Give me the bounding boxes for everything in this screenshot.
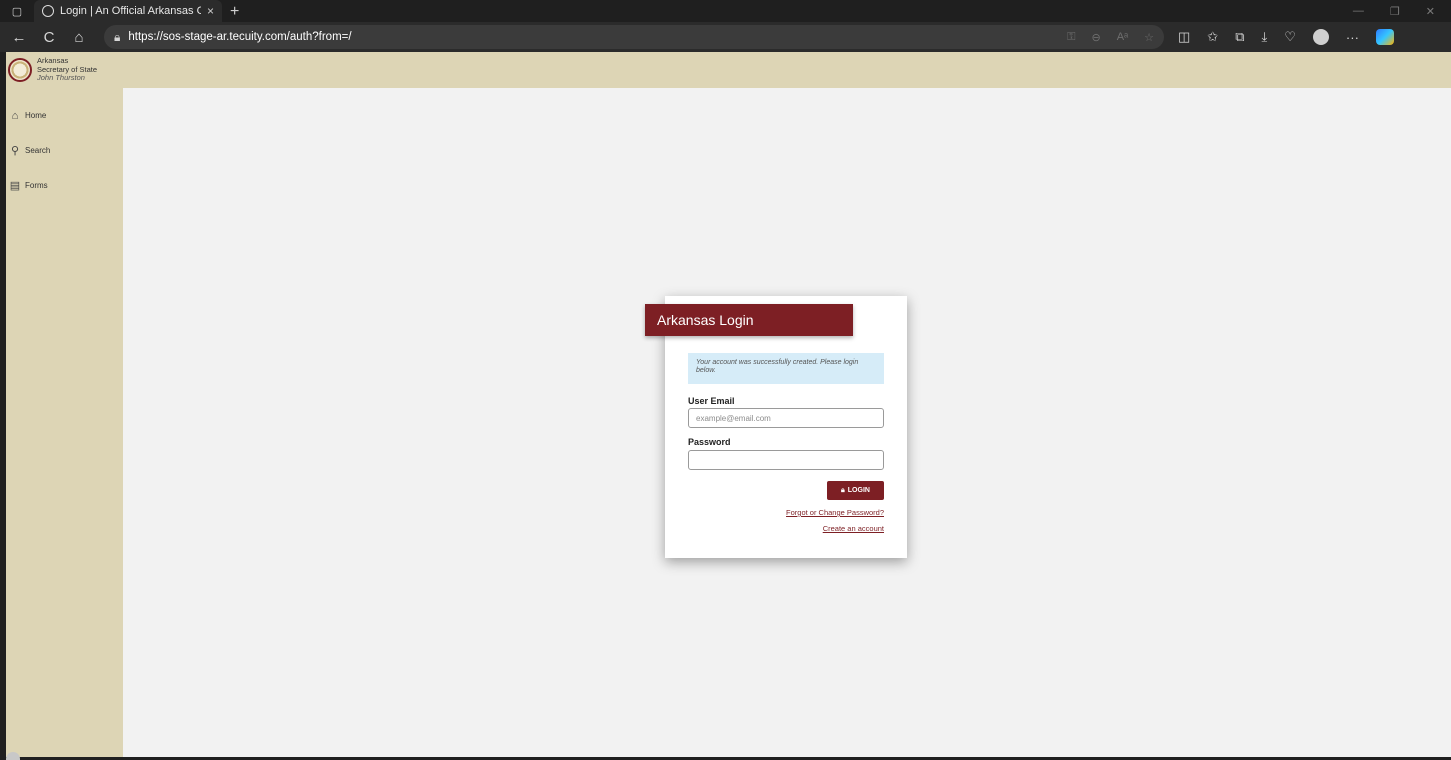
tab-title: Login | An Official Arkansas Gove — [60, 5, 201, 17]
state-seal-logo[interactable] — [8, 58, 32, 82]
feedback-handle-icon[interactable] — [6, 752, 20, 760]
login-card: Arkansas Login Your account was successf… — [645, 296, 907, 558]
key-icon[interactable]: ⚿ — [1067, 31, 1075, 44]
page-viewport: Arkansas Secretary of State John Thursto… — [6, 52, 1451, 760]
window-controls: — ❐ ✕ — [1353, 5, 1451, 18]
email-field[interactable] — [688, 408, 884, 428]
close-window-icon[interactable]: ✕ — [1426, 5, 1435, 18]
email-label: User Email — [688, 396, 735, 406]
maximize-icon[interactable]: ❐ — [1390, 5, 1400, 18]
copilot-icon[interactable] — [1375, 29, 1394, 45]
brand-text[interactable]: Arkansas Secretary of State John Thursto… — [37, 57, 97, 83]
close-tab-icon[interactable]: × — [207, 4, 214, 18]
toolbar-icons: ◫ ✩ ⧉ ⤓ ♡ ··· — [1178, 29, 1394, 45]
split-screen-icon[interactable]: ◫ — [1178, 29, 1190, 45]
sidebar: ⌂ Home ⚲ Search ▤ Forms — [6, 88, 123, 757]
zoom-icon[interactable]: ⊖ — [1091, 31, 1100, 44]
address-bar-icons: ⚿ ⊖ Aᵃ ☆ — [1067, 31, 1154, 44]
read-aloud-icon[interactable]: Aᵃ — [1117, 31, 1128, 44]
forgot-password-link[interactable]: Forgot or Change Password? — [786, 508, 884, 517]
lock-icon[interactable]: 🔒︎ — [114, 30, 120, 45]
sidebar-item-search[interactable]: ⚲ Search — [6, 133, 123, 168]
address-url[interactable]: https://sos-stage-ar.tecuity.com/auth?fr… — [128, 31, 1059, 43]
minimize-icon[interactable]: — — [1353, 5, 1364, 18]
refresh-button[interactable]: C — [36, 24, 62, 50]
address-bar[interactable]: 🔒︎ https://sos-stage-ar.tecuity.com/auth… — [104, 25, 1164, 49]
favorites-icon[interactable]: ✩ — [1207, 29, 1218, 45]
site-favicon-icon — [42, 5, 54, 17]
forms-icon: ▤ — [9, 180, 21, 192]
password-label: Password — [688, 437, 731, 447]
home-button[interactable]: ⌂ — [66, 24, 92, 50]
search-icon: ⚲ — [10, 145, 20, 157]
password-field[interactable] — [688, 450, 884, 470]
browser-tab-strip: ▢ Login | An Official Arkansas Gove × + … — [0, 0, 1451, 22]
new-tab-button[interactable]: + — [222, 2, 247, 22]
profile-icon[interactable] — [1312, 29, 1329, 45]
create-account-link[interactable]: Create an account — [823, 524, 884, 533]
favorite-icon[interactable]: ☆ — [1144, 31, 1154, 44]
collections-icon[interactable]: ⧉ — [1235, 29, 1244, 45]
brand-line-name: John Thurston — [37, 73, 85, 83]
sidebar-item-label: Forms — [25, 180, 48, 190]
downloads-icon[interactable]: ⤓ — [1262, 29, 1268, 45]
login-title: Arkansas Login — [645, 304, 853, 336]
sidebar-item-label: Home — [25, 110, 47, 120]
home-icon: ⌂ — [11, 109, 19, 122]
login-button[interactable]: 🔒︎ LOGIN — [827, 481, 884, 500]
tab-actions-icon[interactable]: ▢ — [0, 0, 34, 22]
sidebar-item-label: Search — [25, 145, 51, 155]
browser-tab-login[interactable]: Login | An Official Arkansas Gove × — [34, 0, 222, 22]
lock-icon: 🔒︎ — [841, 486, 845, 494]
performance-icon[interactable]: ♡ — [1284, 29, 1296, 45]
more-icon[interactable]: ··· — [1346, 30, 1359, 45]
back-button[interactable]: ← — [6, 24, 32, 50]
app-header: Arkansas Secretary of State John Thursto… — [6, 52, 1451, 88]
browser-toolbar: ← C ⌂ 🔒︎ https://sos-stage-ar.tecuity.co… — [0, 22, 1451, 52]
success-alert: Your account was successfully created. P… — [688, 353, 884, 384]
sidebar-item-home[interactable]: ⌂ Home — [6, 98, 123, 133]
sidebar-item-forms[interactable]: ▤ Forms — [6, 168, 123, 203]
login-button-label: LOGIN — [847, 487, 870, 494]
